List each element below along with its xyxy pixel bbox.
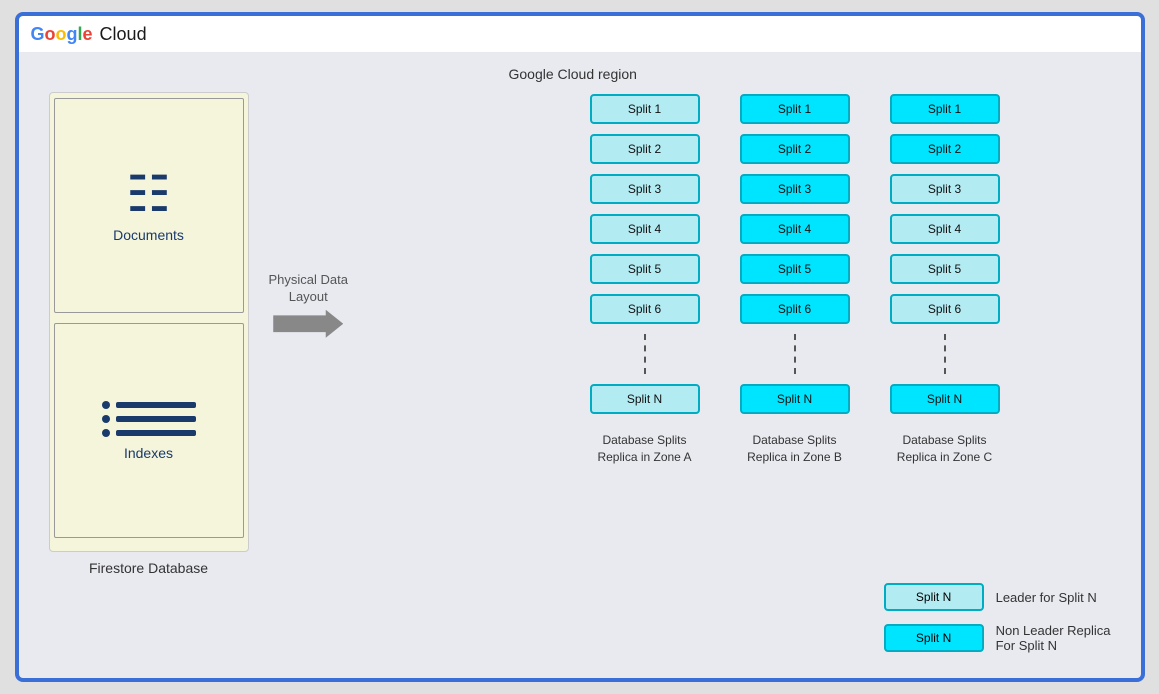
zone-c-split-3: Split 3 xyxy=(890,174,1000,204)
zone-b-split-4: Split 4 xyxy=(740,214,850,244)
legend-replica-split: Split N xyxy=(884,624,984,652)
zone-a-column: Split 1 Split 2 Split 3 Split 4 Split 5 … xyxy=(590,94,700,466)
arrow-label: Physical DataLayout xyxy=(269,272,348,306)
indexes-icon xyxy=(102,401,196,437)
zone-c-split-1: Split 1 xyxy=(890,94,1000,124)
zone-a-split-4: Split 4 xyxy=(590,214,700,244)
zone-b-dashed-line xyxy=(794,334,796,374)
splits-grid: Split 1 Split 2 Split 3 Split 4 Split 5 … xyxy=(469,94,1121,466)
google-logo: Google Cloud xyxy=(31,24,147,45)
zone-a-split-2: Split 2 xyxy=(590,134,700,164)
zone-b-split-2: Split 2 xyxy=(740,134,850,164)
outer-frame: Google Cloud ☷ Documents Indexes xyxy=(15,12,1145,682)
firestore-box: ☷ Documents Indexes xyxy=(49,92,249,552)
firestore-container: ☷ Documents Indexes Firestore Database xyxy=(49,92,249,576)
legend-area: Split N Leader for Split N Split N Non L… xyxy=(884,583,1111,653)
arrow-body xyxy=(273,310,343,338)
zone-c-split-5: Split 5 xyxy=(890,254,1000,284)
zone-b-label: Database SplitsReplica in Zone B xyxy=(747,432,842,466)
documents-label: Documents xyxy=(113,227,184,243)
legend-leader-split: Split N xyxy=(884,583,984,611)
zone-b-split-n: Split N xyxy=(740,384,850,414)
zone-a-split-3: Split 3 xyxy=(590,174,700,204)
arrow-shape xyxy=(273,310,343,338)
zone-c-dashed-line xyxy=(944,334,946,374)
legend-leader: Split N Leader for Split N xyxy=(884,583,1111,611)
region-label: Google Cloud region xyxy=(509,66,637,82)
indexes-label: Indexes xyxy=(124,445,173,461)
zone-c-split-4: Split 4 xyxy=(890,214,1000,244)
zone-b-split-1: Split 1 xyxy=(740,94,850,124)
zone-c-split-2: Split 2 xyxy=(890,134,1000,164)
zone-c-split-n: Split N xyxy=(890,384,1000,414)
zone-c-column: Split 1 Split 2 Split 3 Split 4 Split 5 … xyxy=(890,94,1000,466)
legend-replica-text: Non Leader ReplicaFor Split N xyxy=(996,623,1111,653)
zone-a-split-n: Split N xyxy=(590,384,700,414)
legend-replica: Split N Non Leader ReplicaFor Split N xyxy=(884,623,1111,653)
zone-b-split-6: Split 6 xyxy=(740,294,850,324)
header-bar: Google Cloud xyxy=(19,16,1141,52)
splits-area: Split 1 Split 2 Split 3 Split 4 Split 5 … xyxy=(469,94,1121,466)
zone-a-label: Database SplitsReplica in Zone A xyxy=(597,432,691,466)
zone-a-split-6: Split 6 xyxy=(590,294,700,324)
zone-c-split-6: Split 6 xyxy=(890,294,1000,324)
arrow-container: Physical DataLayout xyxy=(269,272,348,338)
zone-c-label: Database SplitsReplica in Zone C xyxy=(897,432,992,466)
zone-b-split-5: Split 5 xyxy=(740,254,850,284)
legend-leader-text: Leader for Split N xyxy=(996,590,1097,605)
documents-box: ☷ Documents xyxy=(54,98,244,313)
zone-b-column: Split 1 Split 2 Split 3 Split 4 Split 5 … xyxy=(740,94,850,466)
firestore-db-label: Firestore Database xyxy=(89,560,208,576)
indexes-box: Indexes xyxy=(54,323,244,538)
inner-frame: ☷ Documents Indexes Firestore Database P… xyxy=(19,52,1141,678)
zone-a-dashed-line xyxy=(644,334,646,374)
document-icon: ☷ xyxy=(126,169,171,219)
zone-a-split-1: Split 1 xyxy=(590,94,700,124)
zone-a-split-5: Split 5 xyxy=(590,254,700,284)
zone-b-split-3: Split 3 xyxy=(740,174,850,204)
